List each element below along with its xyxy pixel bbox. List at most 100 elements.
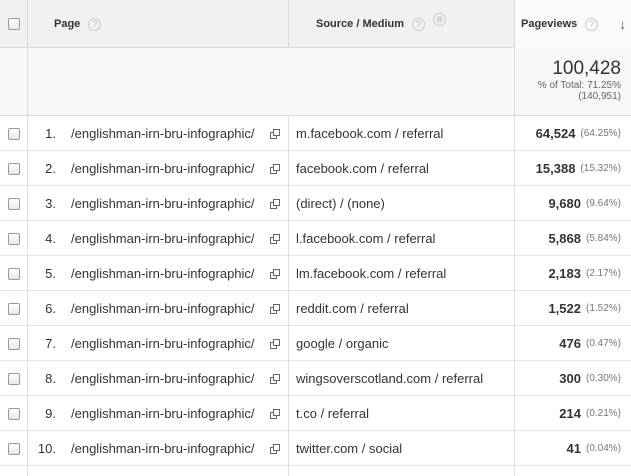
remove-dimension-icon[interactable]: ⊗ — [433, 12, 447, 26]
help-icon[interactable]: ? — [88, 17, 102, 31]
open-in-new-window-icon[interactable] — [269, 443, 281, 454]
row-open-link-cell — [262, 431, 289, 466]
open-in-new-window-icon[interactable] — [269, 303, 281, 314]
row-page-link[interactable]: /englishman-irn-bru-infographic/ — [71, 291, 261, 326]
row-page-link[interactable]: /englishman-irn-bru-infographic/ — [71, 151, 261, 186]
row-pageviews-value: 9,680 — [548, 196, 581, 211]
row-pageviews-percent: (64.25%) — [580, 128, 621, 139]
row-pageviews-percent: (1.52%) — [585, 303, 621, 314]
row-pageviews-value: 64,524 — [535, 126, 576, 141]
row-page-link[interactable]: /englishman-irn-bru-infographic/ — [71, 256, 261, 291]
row-pageviews: 15,388 (15.32%) — [515, 151, 631, 186]
sort-descending-icon[interactable]: ↓ — [619, 16, 626, 32]
row-source-medium[interactable]: l.facebook.com / referral — [289, 221, 515, 256]
row-pageviews-percent: (0.21%) — [585, 408, 621, 419]
row-open-link-cell — [262, 116, 289, 151]
row-select-cell — [0, 151, 28, 186]
open-in-new-window-icon[interactable] — [269, 198, 281, 209]
row-pageviews: 9,680 (9.64%) — [515, 186, 631, 221]
row-select-cell — [0, 431, 28, 466]
row-open-link-cell — [262, 396, 289, 431]
row-pageviews-value: 1,522 — [548, 301, 581, 316]
row-source-medium[interactable]: m.facebook.com / referral — [289, 116, 515, 151]
row-checkbox[interactable] — [7, 197, 20, 210]
table-row: 7. /englishman-irn-bru-infographic/ goog… — [0, 326, 631, 361]
row-index: 8. — [45, 371, 56, 386]
row-index: 5. — [45, 266, 56, 281]
open-in-new-window-icon[interactable] — [269, 338, 281, 349]
row-index: 6. — [45, 301, 56, 316]
totals-check-divider — [0, 48, 28, 116]
row-open-link-cell — [262, 256, 289, 291]
row-source-medium[interactable]: reddit.com / referral — [289, 291, 515, 326]
help-icon[interactable]: ? — [585, 17, 599, 31]
open-in-new-window-icon[interactable] — [269, 408, 281, 419]
header-source-medium[interactable]: Source / Medium ? ⊗ — [289, 0, 515, 48]
row-select-cell — [0, 221, 28, 256]
open-in-new-window-icon[interactable] — [269, 128, 281, 139]
row-pageviews: 2,183 (2.17%) — [515, 256, 631, 291]
row-pageviews-percent: (2.17%) — [585, 268, 621, 279]
row-pageviews-percent: (0.30%) — [585, 373, 621, 384]
row-checkbox[interactable] — [7, 407, 20, 420]
row-page-link[interactable]: /englishman-irn-bru-infographic/ — [71, 431, 261, 466]
open-in-new-window-icon[interactable] — [269, 163, 281, 174]
help-icon[interactable]: ? — [412, 17, 426, 31]
row-open-link-cell — [262, 291, 289, 326]
row-pageviews-value: 2,183 — [548, 266, 581, 281]
row-open-link-cell — [262, 221, 289, 256]
row-pageviews: 1,522 (1.52%) — [515, 291, 631, 326]
row-pageviews-value: 476 — [559, 336, 581, 351]
row-source-medium[interactable]: google / organic — [289, 326, 515, 361]
row-pageviews: 5,868 (5.84%) — [515, 221, 631, 256]
row-open-link-cell — [262, 151, 289, 186]
row-source-medium[interactable]: twitter.com / social — [289, 431, 515, 466]
table-header: Page ? Source / Medium ? ⊗ Pageviews ? ↓ — [0, 0, 631, 48]
row-checkbox[interactable] — [7, 337, 20, 350]
totals-dimension-divider — [28, 48, 515, 116]
table-bottom-strip — [0, 466, 631, 476]
row-pageviews-percent: (15.32%) — [580, 163, 621, 174]
totals-percent-of-total: % of Total: 71.25% — [537, 80, 621, 91]
header-page[interactable]: Page ? — [28, 0, 289, 48]
row-source-medium[interactable]: (direct) / (none) — [289, 186, 515, 221]
row-pageviews-percent: (0.04%) — [585, 443, 621, 454]
header-pageviews[interactable]: Pageviews ? ↓ — [515, 0, 631, 48]
table-row: 1. /englishman-irn-bru-infographic/ m.fa… — [0, 116, 631, 151]
row-source-medium[interactable]: t.co / referral — [289, 396, 515, 431]
row-page-link[interactable]: /englishman-irn-bru-infographic/ — [71, 221, 261, 256]
row-index: 4. — [45, 231, 56, 246]
open-in-new-window-icon[interactable] — [269, 268, 281, 279]
row-checkbox[interactable] — [7, 232, 20, 245]
row-pageviews-percent: (9.64%) — [585, 198, 621, 209]
row-page-link[interactable]: /englishman-irn-bru-infographic/ — [71, 396, 261, 431]
select-all-checkbox[interactable] — [7, 18, 20, 30]
row-checkbox[interactable] — [7, 162, 20, 175]
row-index: 7. — [45, 336, 56, 351]
row-select-cell — [0, 396, 28, 431]
row-page-link[interactable]: /englishman-irn-bru-infographic/ — [71, 116, 261, 151]
row-checkbox[interactable] — [7, 302, 20, 315]
row-open-link-cell — [262, 326, 289, 361]
row-checkbox[interactable] — [7, 267, 20, 280]
table-row: 8. /englishman-irn-bru-infographic/ wing… — [0, 361, 631, 396]
row-select-cell — [0, 256, 28, 291]
row-checkbox[interactable] — [7, 442, 20, 455]
row-source-medium[interactable]: wingsoverscotland.com / referral — [289, 361, 515, 396]
row-checkbox[interactable] — [7, 127, 20, 140]
row-source-medium[interactable]: lm.facebook.com / referral — [289, 256, 515, 291]
row-select-cell — [0, 116, 28, 151]
row-page-link[interactable]: /englishman-irn-bru-infographic/ — [71, 361, 261, 396]
totals-pageviews-value: 100,428 — [552, 58, 621, 79]
row-pageviews-value: 5,868 — [548, 231, 581, 246]
header-page-label: Page — [54, 18, 81, 30]
row-page-link[interactable]: /englishman-irn-bru-infographic/ — [71, 326, 261, 361]
row-page-link[interactable]: /englishman-irn-bru-infographic/ — [71, 186, 261, 221]
row-source-medium[interactable]: facebook.com / referral — [289, 151, 515, 186]
open-in-new-window-icon[interactable] — [269, 233, 281, 244]
open-in-new-window-icon[interactable] — [269, 373, 281, 384]
row-index: 1. — [45, 126, 56, 141]
row-checkbox[interactable] — [7, 372, 20, 385]
row-select-cell — [0, 291, 28, 326]
row-index: 3. — [45, 196, 56, 211]
